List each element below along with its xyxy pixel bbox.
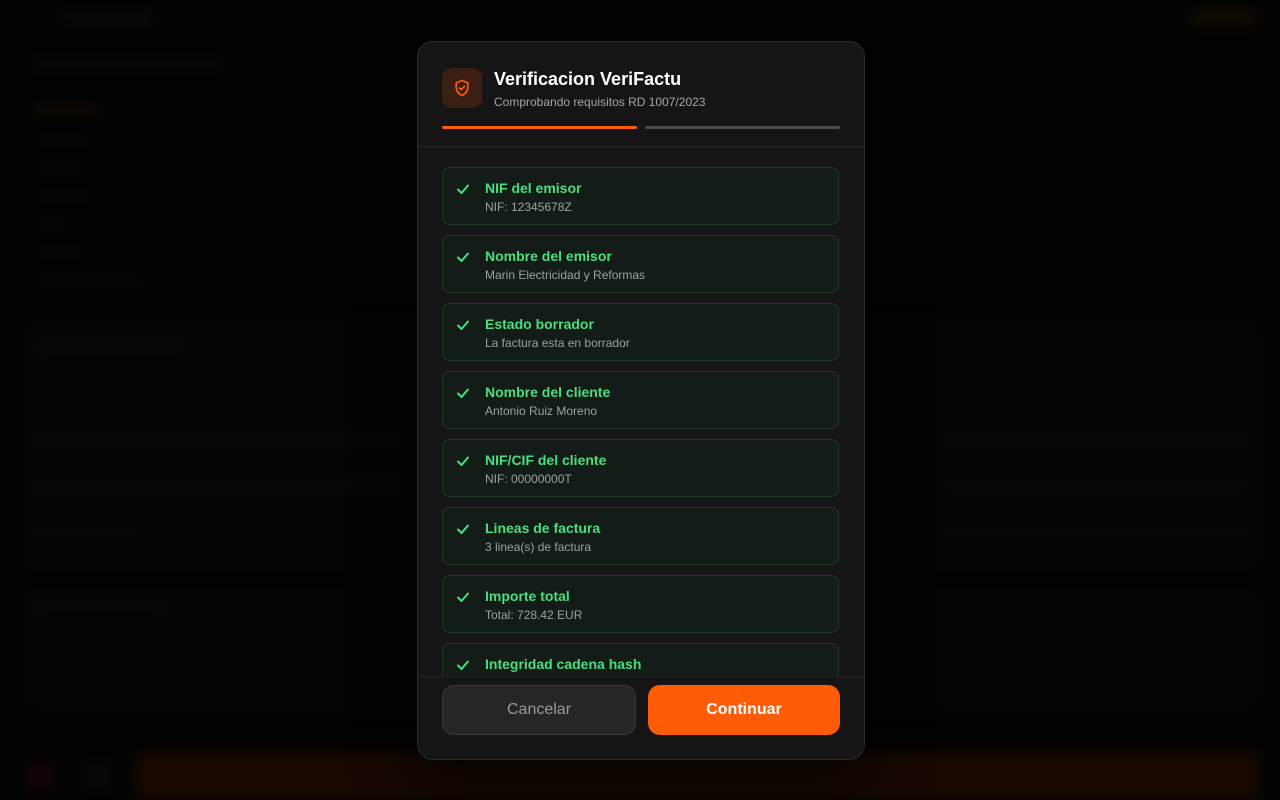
check-label: NIF del emisor	[485, 180, 582, 196]
check-item: Nombre del emisor Marin Electricidad y R…	[442, 235, 839, 293]
check-icon	[457, 252, 469, 262]
check-label: Nombre del emisor	[485, 248, 612, 264]
check-label: Estado borrador	[485, 316, 594, 332]
modal-title: Verificacion VeriFactu	[494, 69, 682, 89]
shield-check-icon	[442, 68, 482, 108]
modal-header: Verificacion VeriFactu Comprobando requi…	[418, 42, 864, 147]
check-label: Importe total	[485, 588, 570, 604]
check-icon	[457, 592, 469, 602]
check-item: Integridad cadena hash	[442, 643, 839, 677]
check-detail: NIF: 00000000T	[485, 472, 572, 486]
modal-subtitle: Comprobando requisitos RD 1007/2023	[494, 95, 706, 109]
check-item: NIF/CIF del cliente NIF: 00000000T	[442, 439, 839, 497]
checks-list[interactable]: NIF del emisor NIF: 12345678Z Nombre del…	[442, 167, 839, 677]
progress-step-1	[442, 126, 637, 129]
check-icon	[457, 660, 469, 670]
check-label: NIF/CIF del cliente	[485, 452, 607, 468]
progress-step-2	[645, 126, 840, 129]
check-detail: La factura esta en borrador	[485, 336, 630, 350]
check-item: Importe total Total: 728.42 EUR	[442, 575, 839, 633]
check-icon	[457, 524, 469, 534]
check-detail: Total: 728.42 EUR	[485, 608, 583, 622]
check-icon	[457, 320, 469, 330]
cancel-button[interactable]: Cancelar	[442, 685, 636, 735]
check-icon	[457, 456, 469, 466]
check-detail: Marin Electricidad y Reformas	[485, 268, 646, 282]
continue-button[interactable]: Continuar	[648, 685, 840, 735]
check-icon	[457, 184, 469, 194]
check-label: Integridad cadena hash	[485, 656, 642, 672]
check-item: Estado borrador La factura esta en borra…	[442, 303, 839, 361]
check-detail: 3 linea(s) de factura	[485, 540, 592, 554]
check-detail: NIF: 12345678Z	[485, 200, 572, 214]
check-item: Lineas de factura 3 linea(s) de factura	[442, 507, 839, 565]
check-icon	[457, 388, 469, 398]
check-label: Nombre del cliente	[485, 384, 611, 400]
check-label: Lineas de factura	[485, 520, 601, 536]
verifactu-modal: Verificacion VeriFactu Comprobando requi…	[417, 41, 865, 760]
check-item: NIF del emisor NIF: 12345678Z	[442, 167, 839, 225]
check-item: Nombre del cliente Antonio Ruiz Moreno	[442, 371, 839, 429]
check-detail: Antonio Ruiz Moreno	[485, 404, 598, 418]
modal-footer: Cancelar Continuar	[418, 676, 864, 759]
